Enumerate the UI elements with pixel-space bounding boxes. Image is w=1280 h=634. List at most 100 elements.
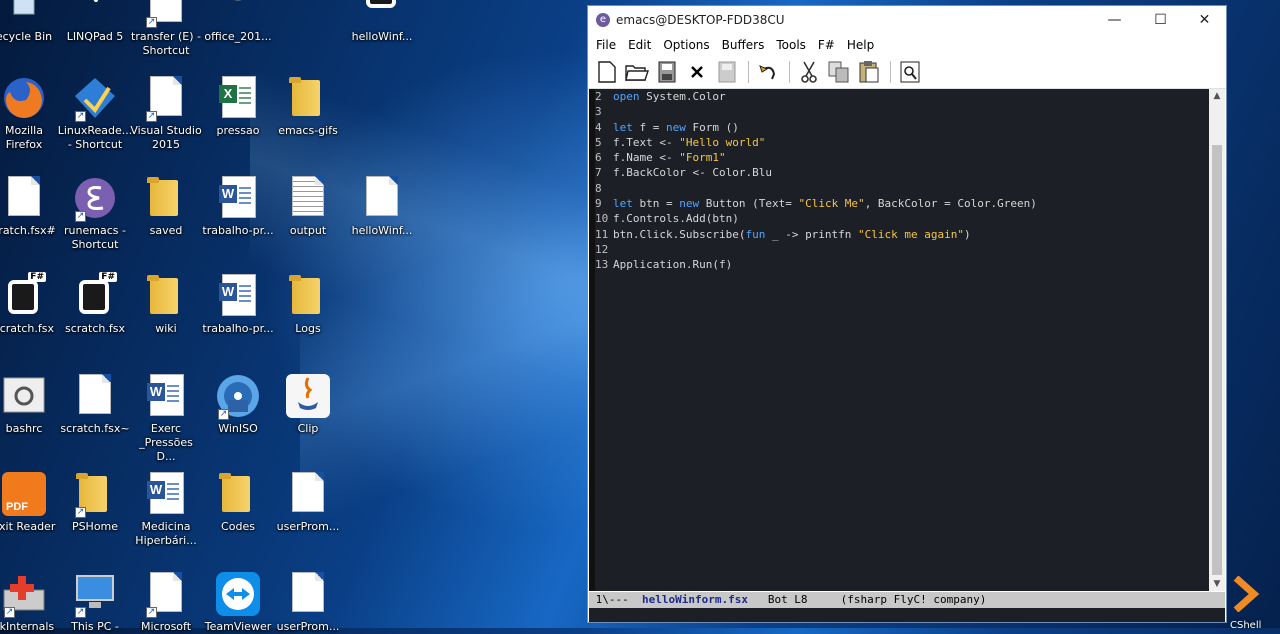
desktop-icon-label: Visual Studio 2015 [130,124,202,151]
desktop-icon[interactable]: userProm... [270,570,346,634]
desktop-icon[interactable]: PDF oxit Reader [0,470,62,534]
desktop-icon[interactable]: Mozilla Firefox [0,74,62,152]
desktop-icon[interactable]: Xpressao [200,74,276,138]
desktop-icon-label: WinISO [218,422,258,435]
line-number: 11 [595,227,609,241]
title-bar[interactable]: e emacs@DESKTOP-FDD38CU — ☐ ✕ [588,6,1226,34]
menu-fsharp[interactable]: F# [812,38,841,52]
desktop-icon-label: Clip [297,422,319,435]
desktop-icon[interactable]: bashrc [0,372,62,436]
desktop-icon[interactable]: W Exerc _Pressões D... [128,372,204,464]
desktop-icon[interactable]: ↗ runemacs - Shortcut [57,174,133,252]
maximize-button[interactable]: ☐ [1138,6,1183,34]
desktop-icon[interactable]: F# scratch.fsx [0,272,62,336]
powershell-shortcut[interactable]: CShell [1230,574,1280,631]
code-token: System.Color [639,90,726,103]
open-folder-icon[interactable] [624,59,650,85]
desktop-icon[interactable]: ↗ transfer (E) - Shortcut [128,0,204,58]
desktop-icon[interactable]: emacs-gifs [270,74,346,138]
desktop-icon[interactable]: userProm... [270,470,346,534]
desktop-icon-label: Medicina Hiperbári... [135,520,197,547]
modeline-buffer-name[interactable]: helloWinform.fsx [642,593,748,606]
code-line: 2 open System.Color [595,89,1037,104]
vertical-scrollbar[interactable]: ▲ ▼ [1209,89,1225,591]
modeline-modes[interactable]: (fsharp FlyC! company) [841,593,987,606]
cut-icon[interactable] [796,59,822,85]
desktop-icon-label: This PC - [71,620,119,633]
desktop-icon[interactable]: scratch.fsx~ [57,372,133,436]
menu-buffers[interactable]: Buffers [716,38,771,52]
new-file-icon[interactable] [594,59,620,85]
desktop-icon[interactable]: helloWinf... [344,0,420,44]
code-line: 12 [595,242,1037,257]
desktop-icon-image [214,470,262,518]
desktop-icon[interactable]: ↗ WinISO [200,372,276,436]
copy-icon[interactable] [826,59,852,85]
scrollbar-thumb[interactable] [1212,145,1222,575]
desktop-icon[interactable]: ↗ PSHome [57,470,133,534]
code-token: Button (Text= [699,197,799,211]
code-line: 5 f.Text <- "Hello world" [595,135,1037,150]
scroll-up-arrow-icon[interactable]: ▲ [1209,89,1225,103]
menu-edit[interactable]: Edit [622,38,657,52]
paste-icon[interactable] [856,59,882,85]
code-token: , BackColor = Color.Green) [864,197,1037,211]
desktop-icon[interactable]: TeamViewer [200,570,276,634]
desktop-icon[interactable]: Clip [270,372,346,436]
search-icon[interactable] [897,59,923,85]
desktop-icon[interactable]: Codes [200,470,276,534]
minimize-button[interactable]: — [1092,6,1137,34]
keyword-token: new [679,197,700,211]
close-buffer-icon[interactable] [684,59,710,85]
desktop-icon[interactable]: wiki [128,272,204,336]
desktop-icon-label: PSHome [71,520,119,533]
desktop-icon[interactable]: cratch.fsx# [0,174,62,238]
desktop-icon-image [0,0,48,28]
powershell-label: CShell [1230,620,1262,631]
code-line: 3 [595,104,1037,119]
folder-icon [289,275,320,314]
desktop-icon-image [0,174,48,222]
desktop-icon[interactable]: office_201... [200,0,276,44]
desktop-icon[interactable]: ↗ skInternals [0,570,62,634]
desktop-icon[interactable]: ↗ Visual Studio 2015 [128,74,204,152]
desktop-icon[interactable]: ↗ This PC - [57,570,133,634]
menu-file[interactable]: File [590,38,622,52]
fsharp-script-icon: F# [4,272,46,316]
desktop-icon[interactable]: Logs [270,272,346,336]
string-token: "Click Me" [798,197,865,211]
desktop-icon[interactable]: LINQPad 5 [57,0,133,44]
desktop-icon-label: scratch.fsx [65,322,125,335]
java-icon [286,374,330,418]
desktop-icon[interactable]: helloWinf... [344,174,420,238]
desktop-icon-label: office_201... [204,30,272,43]
menu-options[interactable]: Options [657,38,715,52]
toolbar-separator [890,61,891,83]
code-token: f.Text <- [613,135,680,149]
minibuffer[interactable] [589,608,1225,622]
linqpad-icon [93,0,99,2]
menu-tools[interactable]: Tools [770,38,812,52]
desktop-icon[interactable]: Wtrabalho-pr... [200,272,276,336]
desktop-icon[interactable]: W Medicina Hiperbári... [128,470,204,548]
code-editor[interactable]: 2 open System.Color 3 4 let f = new Form () 5… [589,89,1209,591]
desktop-icon-image [284,372,332,420]
desktop-icon-image: F# [0,272,48,320]
save-icon[interactable] [654,59,680,85]
desktop-icon-label: LinuxReade... - Shortcut [57,124,133,151]
desktop-icon[interactable]: Wtrabalho-pr... [200,174,276,238]
desktop-icon[interactable]: saved [128,174,204,238]
undo-icon[interactable] [755,59,781,85]
close-button[interactable]: ✕ [1182,6,1227,34]
toolbar-separator [789,61,790,83]
scroll-down-arrow-icon[interactable]: ▼ [1209,577,1225,591]
code-token: ) [964,227,971,241]
menu-help[interactable]: Help [841,38,880,52]
desktop-icon-label: transfer (E) - Shortcut [131,30,201,57]
desktop-icon[interactable]: output [270,174,346,238]
desktop-icon-label: trabalho-pr... [202,224,274,237]
desktop-icon[interactable]: ↗ LinuxReade... - Shortcut [57,74,133,152]
desktop-icon[interactable]: F# scratch.fsx [57,272,133,336]
desktop-icon[interactable]: ↗ Microsoft [128,570,204,634]
desktop-icon[interactable]: ecycle Bin [0,0,62,44]
